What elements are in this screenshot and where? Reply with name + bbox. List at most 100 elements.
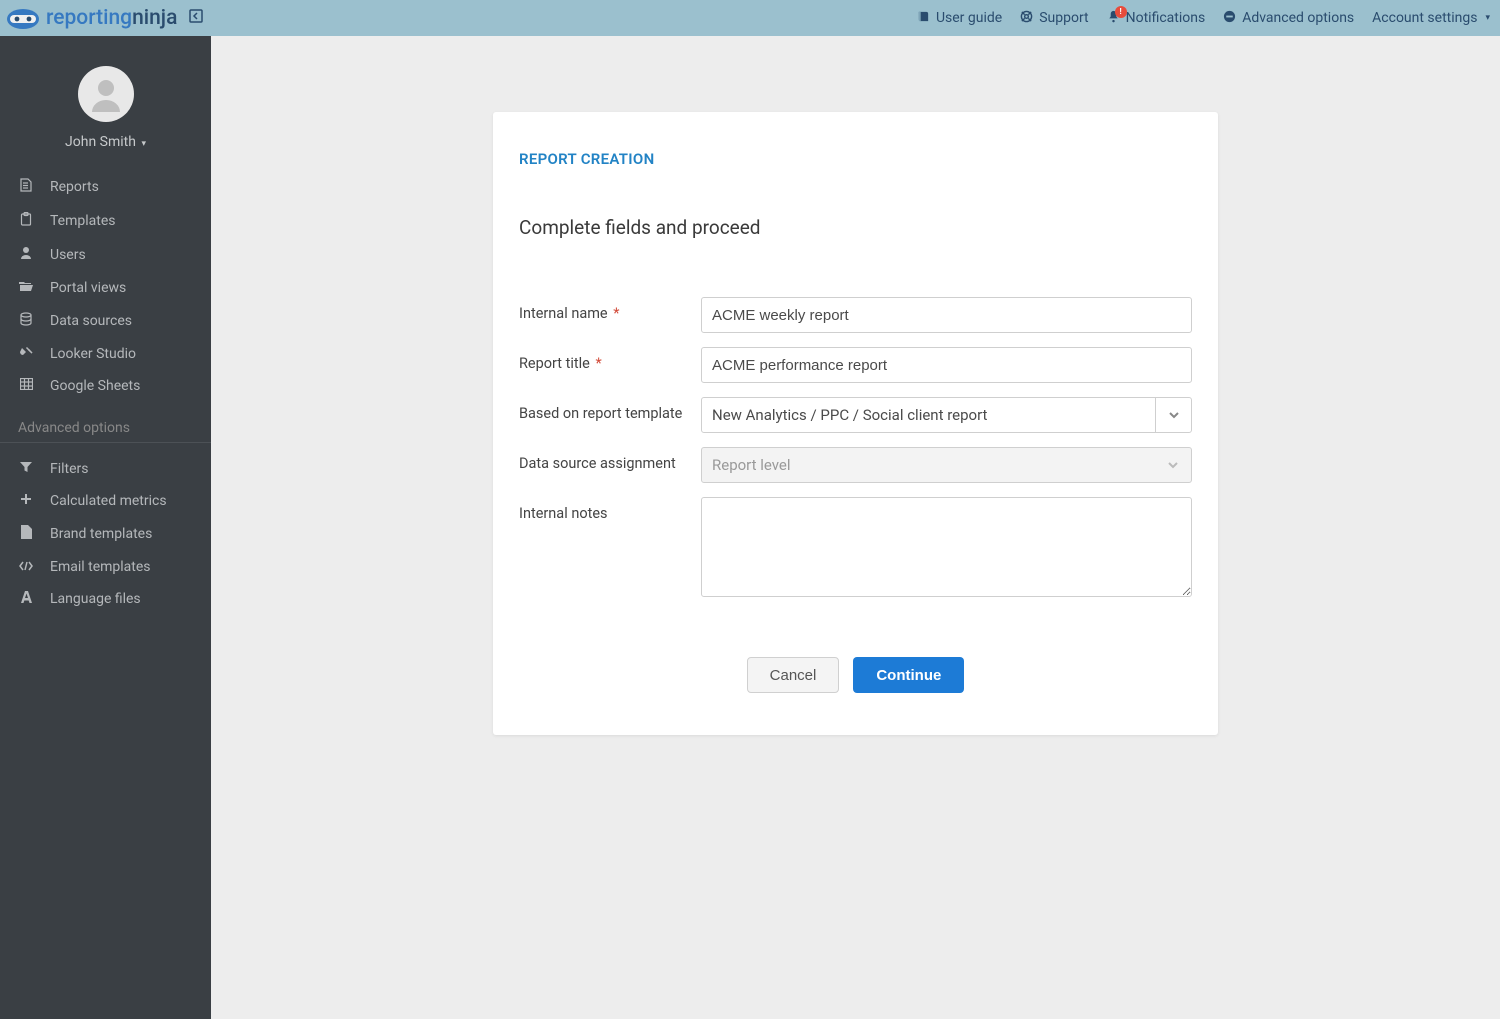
account-settings-label: Account settings bbox=[1372, 10, 1477, 26]
user-name-label: John Smith bbox=[65, 134, 136, 150]
row-notes: Internal notes bbox=[519, 497, 1192, 601]
app-container: John Smith ▾ Reports Templates Users Por… bbox=[0, 36, 1500, 1019]
database-icon bbox=[18, 312, 34, 330]
account-settings-link[interactable]: Account settings ▾ bbox=[1372, 10, 1490, 26]
nav-label: Google Sheets bbox=[50, 378, 140, 394]
sidebar-item-looker-studio[interactable]: Looker Studio bbox=[0, 338, 211, 370]
row-data-source: Data source assignment Report level bbox=[519, 447, 1192, 483]
book-icon bbox=[917, 10, 930, 27]
bell-icon: ! bbox=[1107, 10, 1120, 27]
nav-label: Brand templates bbox=[50, 526, 152, 542]
card-subtitle: Complete fields and proceed bbox=[519, 216, 1192, 239]
sidebar-item-calculated-metrics[interactable]: Calculated metrics bbox=[0, 485, 211, 517]
nav-label: Email templates bbox=[50, 559, 151, 575]
sidebar-item-filters[interactable]: Filters bbox=[0, 453, 211, 485]
label-report-title: Report title * bbox=[519, 347, 701, 372]
card-title: REPORT CREATION bbox=[519, 150, 1192, 168]
ninja-icon bbox=[2, 3, 44, 33]
nav-label: Data sources bbox=[50, 313, 132, 329]
brand-logo[interactable]: reportingninja bbox=[2, 3, 177, 33]
topbar-left: reportingninja bbox=[2, 3, 203, 33]
user-block: John Smith ▾ bbox=[0, 66, 211, 150]
user-guide-link[interactable]: User guide bbox=[917, 10, 1002, 27]
nav-label: Filters bbox=[50, 461, 89, 477]
nav-label: Templates bbox=[50, 213, 116, 229]
label-internal-name: Internal name * bbox=[519, 297, 701, 322]
control-data-source: Report level bbox=[701, 447, 1192, 483]
support-label: Support bbox=[1039, 10, 1088, 26]
cancel-button[interactable]: Cancel bbox=[747, 657, 840, 693]
brand-word-1: reporting bbox=[46, 6, 132, 30]
sidebar-item-language-files[interactable]: Language files bbox=[0, 583, 211, 615]
internal-name-input[interactable] bbox=[701, 297, 1192, 333]
sidebar-item-portal-views[interactable]: Portal views bbox=[0, 272, 211, 304]
nav-label: Calculated metrics bbox=[50, 493, 167, 509]
filter-icon bbox=[18, 461, 34, 477]
template-select[interactable]: New Analytics / PPC / Social client repo… bbox=[701, 397, 1192, 433]
data-source-select-value: Report level bbox=[702, 456, 1155, 474]
label-text: Internal name bbox=[519, 305, 608, 322]
collapse-sidebar-icon[interactable] bbox=[189, 9, 203, 27]
topbar: reportingninja User guide Support ! Noti… bbox=[0, 0, 1500, 36]
plus-icon bbox=[18, 493, 34, 509]
data-source-select: Report level bbox=[701, 447, 1192, 483]
file-icon bbox=[18, 525, 34, 543]
label-data-source: Data source assignment bbox=[519, 447, 701, 472]
nav-label: Language files bbox=[50, 591, 141, 607]
control-template: New Analytics / PPC / Social client repo… bbox=[701, 397, 1192, 433]
code-icon bbox=[18, 560, 34, 575]
sidebar-item-templates[interactable]: Templates bbox=[0, 204, 211, 238]
report-title-input[interactable] bbox=[701, 347, 1192, 383]
support-link[interactable]: Support bbox=[1020, 10, 1088, 27]
nav-list-advanced: Filters Calculated metrics Brand templat… bbox=[0, 453, 211, 615]
main-content: REPORT CREATION Complete fields and proc… bbox=[211, 36, 1500, 1019]
template-select-value: New Analytics / PPC / Social client repo… bbox=[702, 406, 1155, 424]
nav-list-main: Reports Templates Users Portal views Dat… bbox=[0, 170, 211, 402]
control-internal-name bbox=[701, 297, 1192, 333]
life-ring-icon bbox=[1020, 10, 1033, 27]
topbar-right: User guide Support ! Notifications Advan… bbox=[917, 10, 1490, 27]
label-template: Based on report template bbox=[519, 397, 701, 422]
nav-label: Users bbox=[50, 247, 86, 263]
clipboard-icon bbox=[18, 212, 34, 230]
user-guide-label: User guide bbox=[936, 10, 1002, 26]
chevron-down-icon bbox=[1155, 398, 1191, 432]
sidebar-item-reports[interactable]: Reports bbox=[0, 170, 211, 204]
notifications-link[interactable]: ! Notifications bbox=[1107, 10, 1206, 27]
table-icon bbox=[18, 378, 34, 394]
advanced-options-link[interactable]: Advanced options bbox=[1223, 10, 1354, 27]
brand-text: reportingninja bbox=[46, 6, 177, 30]
label-notes: Internal notes bbox=[519, 497, 701, 522]
sidebar-item-google-sheets[interactable]: Google Sheets bbox=[0, 370, 211, 402]
continue-button[interactable]: Continue bbox=[853, 657, 964, 693]
sidebar-item-email-templates[interactable]: Email templates bbox=[0, 551, 211, 583]
row-report-title: Report title * bbox=[519, 347, 1192, 383]
avatar[interactable] bbox=[78, 66, 134, 122]
report-creation-card: REPORT CREATION Complete fields and proc… bbox=[493, 112, 1218, 735]
nav-label: Looker Studio bbox=[50, 346, 136, 362]
nav-label: Reports bbox=[50, 179, 99, 195]
internal-notes-textarea[interactable] bbox=[701, 497, 1192, 597]
sidebar-item-brand-templates[interactable]: Brand templates bbox=[0, 517, 211, 551]
required-mark: * bbox=[610, 305, 620, 322]
font-icon bbox=[18, 591, 34, 607]
sidebar: John Smith ▾ Reports Templates Users Por… bbox=[0, 36, 211, 1019]
control-notes bbox=[701, 497, 1192, 601]
button-row: Cancel Continue bbox=[519, 657, 1192, 693]
user-icon bbox=[18, 246, 34, 264]
plug-icon bbox=[18, 346, 34, 362]
sidebar-item-users[interactable]: Users bbox=[0, 238, 211, 272]
chevron-down-icon: ▾ bbox=[141, 139, 146, 149]
row-template: Based on report template New Analytics /… bbox=[519, 397, 1192, 433]
folder-open-icon bbox=[18, 280, 34, 296]
row-internal-name: Internal name * bbox=[519, 297, 1192, 333]
control-report-title bbox=[701, 347, 1192, 383]
chevron-down-icon bbox=[1155, 448, 1191, 482]
notification-badge: ! bbox=[1115, 6, 1127, 18]
sidebar-item-data-sources[interactable]: Data sources bbox=[0, 304, 211, 338]
nav-section-advanced: Advanced options bbox=[0, 410, 211, 443]
required-mark: * bbox=[592, 355, 602, 372]
brand-word-2: ninja bbox=[132, 6, 177, 30]
user-name-dropdown[interactable]: John Smith ▾ bbox=[0, 134, 211, 150]
notifications-label: Notifications bbox=[1126, 10, 1206, 26]
